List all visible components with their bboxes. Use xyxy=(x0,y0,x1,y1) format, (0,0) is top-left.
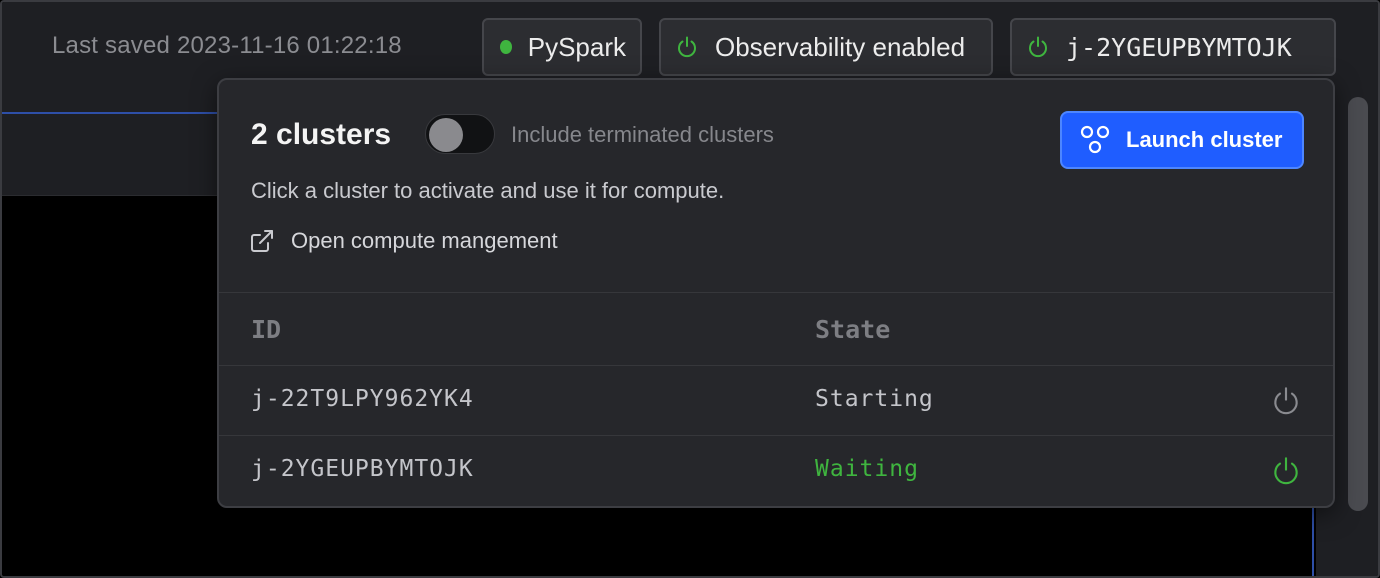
cluster-id-cell: j-22T9LPY962YK4 xyxy=(251,386,474,412)
kernel-status-dot-icon xyxy=(500,40,512,54)
power-icon[interactable] xyxy=(1269,384,1303,418)
column-header-state: State xyxy=(815,315,891,344)
power-icon xyxy=(675,35,699,59)
vertical-scrollbar[interactable] xyxy=(1348,97,1368,511)
column-header-id: ID xyxy=(251,315,282,344)
launch-cluster-button[interactable]: Launch cluster xyxy=(1060,111,1304,169)
kernel-label: PySpark xyxy=(527,31,626,62)
power-icon[interactable] xyxy=(1269,454,1303,488)
open-compute-management-label: Open compute mangement xyxy=(291,228,558,253)
cluster-count-title: 2 clusters xyxy=(251,118,392,151)
active-cluster-label: j-2YGEUPBYMTOJK xyxy=(1066,32,1292,62)
launch-cluster-label: Launch cluster xyxy=(1126,127,1283,152)
active-cluster-button[interactable]: j-2YGEUPBYMTOJK xyxy=(1010,18,1336,76)
notebook-window: Last saved 2023-11-16 01:22:18 PySpark O… xyxy=(0,0,1380,578)
observability-button[interactable]: Observability enabled xyxy=(659,18,993,76)
toggle-knob xyxy=(429,118,463,152)
include-terminated-label: Include terminated clusters xyxy=(511,122,774,147)
kernel-selector-button[interactable]: PySpark xyxy=(482,18,642,76)
cluster-help-text: Click a cluster to activate and use it f… xyxy=(251,178,725,203)
power-icon xyxy=(1026,35,1050,59)
cluster-state-cell: Waiting xyxy=(815,456,919,482)
cluster-state-cell: Starting xyxy=(815,386,934,412)
include-terminated-toggle[interactable] xyxy=(425,114,495,154)
external-link-icon xyxy=(249,228,275,254)
cluster-id-cell: j-2YGEUPBYMTOJK xyxy=(251,456,474,482)
table-header: ID State xyxy=(219,292,1333,366)
observability-label: Observability enabled xyxy=(715,31,966,62)
cluster-icon xyxy=(1078,123,1112,157)
last-saved-label: Last saved 2023-11-16 01:22:18 xyxy=(52,32,402,59)
table-row[interactable]: j-2YGEUPBYMTOJK Waiting xyxy=(219,436,1333,506)
table-row[interactable]: j-22T9LPY962YK4 Starting xyxy=(219,366,1333,436)
open-compute-management-link[interactable]: Open compute mangement xyxy=(249,228,558,254)
cluster-popover: 2 clusters Include terminated clusters L… xyxy=(217,78,1335,508)
cluster-table: ID State j-22T9LPY962YK4 Starting j-2YGE… xyxy=(219,292,1333,506)
